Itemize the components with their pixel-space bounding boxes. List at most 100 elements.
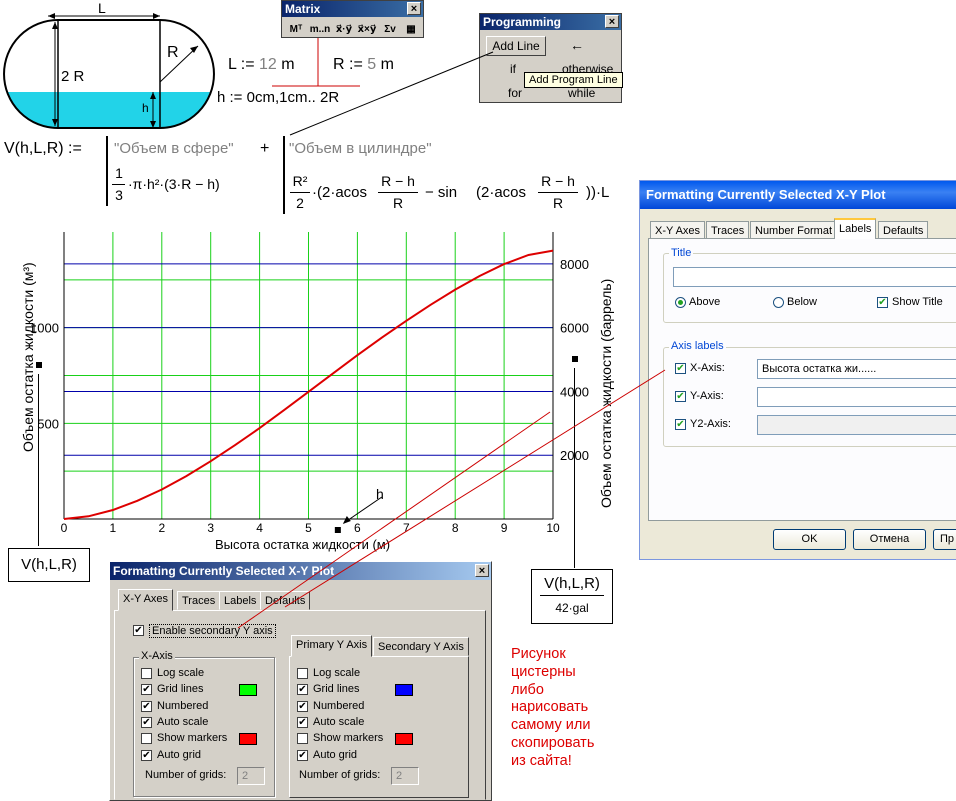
tab-labels[interactable]: Labels <box>834 218 877 239</box>
x-tick-label: 4 <box>256 521 263 535</box>
cyl-r2: R² <box>292 173 308 189</box>
close-icon[interactable]: × <box>475 564 489 577</box>
tank-length-label: L <box>98 0 106 16</box>
range-button[interactable]: m..n <box>308 21 332 39</box>
x-axis-checkbox[interactable]: ✔ <box>675 363 686 374</box>
x-num-grids-input[interactable]: 2 <box>237 767 265 785</box>
while-button[interactable]: while <box>568 86 595 100</box>
y-axis-label: Y-Axis: <box>690 390 724 402</box>
y-left-axis-label: Объем остатка жидкости (м³) <box>20 262 36 452</box>
tank-height-label: h <box>142 101 149 115</box>
x-log-scale-checkbox[interactable] <box>141 668 152 679</box>
matrix-toolbar-title: Matrix × <box>282 1 423 17</box>
y-axis-checkbox[interactable]: ✔ <box>675 391 686 402</box>
y-num-grids-input[interactable]: 2 <box>391 767 419 785</box>
y-num-grids-label: Number of grids: <box>299 769 381 781</box>
x-tick-label: 1 <box>110 521 117 535</box>
above-label: Above <box>689 296 721 308</box>
tab-secondary-y-axis[interactable]: Secondary Y Axis <box>373 637 469 656</box>
y-auto-scale-checkbox[interactable]: ✔ <box>297 716 308 728</box>
cyl-minus-sin: − sin <box>425 184 458 201</box>
x-axis-group-label: X-Axis <box>139 650 175 662</box>
instruction-note: Рисунок цистерны либо нарисовать самому или с… <box>511 646 594 771</box>
title-input[interactable] <box>673 267 956 287</box>
x-auto-grid-checkbox[interactable]: ✔ <box>141 749 152 761</box>
cancel-button[interactable]: Отмена <box>853 529 926 550</box>
y-grid-lines-label: Grid lines <box>313 683 360 696</box>
y2-axis-input[interactable] <box>757 415 956 435</box>
definition-h-range: h := 0cm,1cm.. 2R <box>217 89 340 106</box>
cyl-frac-den-2: R <box>552 195 564 211</box>
tab-xy-axes[interactable]: X-Y Axes <box>650 221 706 239</box>
for-button[interactable]: for <box>508 86 522 100</box>
note-line: скопировать <box>511 734 595 751</box>
y-axis-input[interactable] <box>757 387 956 407</box>
dot-product-button[interactable]: x⃗·y⃗ <box>334 21 354 39</box>
note-line: Рисунок <box>511 646 566 662</box>
cross-product-button[interactable]: x⃗×y⃗ <box>356 21 378 39</box>
x-log-scale-label: Log scale <box>157 667 205 679</box>
y-auto-grid-checkbox[interactable]: ✔ <box>297 749 308 761</box>
y-grid-color-swatch[interactable] <box>395 684 413 697</box>
y-log-scale-checkbox[interactable] <box>297 668 308 679</box>
x-axis-input[interactable]: Высота остатка жи...... <box>757 359 956 379</box>
x-tick-label: 8 <box>452 521 459 535</box>
note-line: из сайта! <box>511 752 572 769</box>
xy-plot[interactable]: 01234567891050010002000400060008000 <box>0 222 640 562</box>
local-assign-button[interactable]: ← <box>570 37 584 53</box>
plus-sign: + <box>260 140 270 157</box>
programming-toolbar-title: Programming × <box>480 14 621 30</box>
x-marker-color-swatch[interactable] <box>239 733 257 746</box>
show-title-checkbox[interactable]: ✔ <box>877 297 888 308</box>
tank-figure <box>3 13 215 129</box>
ok-button[interactable]: OK <box>773 529 846 550</box>
x-grid-color-swatch[interactable] <box>239 684 257 697</box>
vector-sum-button[interactable]: Σv <box>380 21 400 39</box>
x-tick-label: 9 <box>501 521 508 535</box>
above-radio[interactable] <box>675 297 686 308</box>
arrow-head-icon <box>342 516 351 524</box>
y-numbered-checkbox[interactable]: ✔ <box>297 700 308 712</box>
tab-labels[interactable]: Labels <box>219 591 262 610</box>
tab-traces[interactable]: Traces <box>706 221 750 239</box>
y2-axis-checkbox[interactable]: ✔ <box>675 419 686 430</box>
sphere-expression: ·π·h²·(3·R − h) <box>128 176 220 192</box>
tab-defaults[interactable]: Defaults <box>260 591 311 610</box>
show-title-label: Show Title <box>892 296 943 308</box>
below-radio[interactable] <box>773 297 784 308</box>
cyl-frac-den-1: R <box>392 195 404 211</box>
y-numbered-label: Numbered <box>313 699 365 712</box>
apply-button[interactable]: Пр <box>933 529 956 550</box>
right-trace-expression[interactable]: V(h,L,R) 42·gal <box>531 569 613 624</box>
x-auto-scale-checkbox[interactable]: ✔ <box>141 716 152 728</box>
if-button[interactable]: if <box>510 62 516 76</box>
comment-cylinder: "Объем в цилиндре" <box>289 140 432 157</box>
labels-tab-panel: Title Above Below ✔ Show Title Axis labe… <box>648 238 956 521</box>
x-grid-lines-label: Grid lines <box>157 683 204 696</box>
y2-axis-label: Y2-Axis: <box>690 418 731 430</box>
tab-xy-axes[interactable]: X-Y Axes <box>118 589 174 611</box>
enable-secondary-checkbox[interactable]: ✔ <box>133 625 144 636</box>
x-auto-grid-label: Auto grid <box>157 748 202 761</box>
close-icon[interactable]: × <box>407 2 421 15</box>
y-marker-color-swatch[interactable] <box>395 733 413 746</box>
left-trace-expression[interactable]: V(h,L,R) <box>8 548 90 582</box>
cyl-frac-num-1: R − h <box>381 173 415 189</box>
x-grid-lines-checkbox[interactable]: ✔ <box>141 684 152 696</box>
x-tick-label: 0 <box>61 521 68 535</box>
y-auto-scale-label: Auto scale <box>313 715 365 728</box>
transpose-button[interactable]: Mᵀ <box>286 21 306 39</box>
y-tick-label: 500 <box>37 416 59 431</box>
picture-button[interactable]: ▦ <box>402 21 420 39</box>
tab-defaults[interactable]: Defaults <box>878 221 929 239</box>
x-numbered-checkbox[interactable]: ✔ <box>141 700 152 712</box>
tab-primary-y-axis[interactable]: Primary Y Axis <box>291 635 373 657</box>
y-grid-lines-checkbox[interactable]: ✔ <box>297 684 308 696</box>
tab-number-format[interactable]: Number Format <box>750 221 838 239</box>
x-show-markers-checkbox[interactable] <box>141 733 152 745</box>
add-line-button[interactable]: Add Line <box>486 36 546 56</box>
tab-traces[interactable]: Traces <box>177 591 221 610</box>
close-icon[interactable]: × <box>605 15 619 28</box>
y-show-markers-checkbox[interactable] <box>297 733 308 745</box>
cyl-2: 2 <box>296 195 304 211</box>
